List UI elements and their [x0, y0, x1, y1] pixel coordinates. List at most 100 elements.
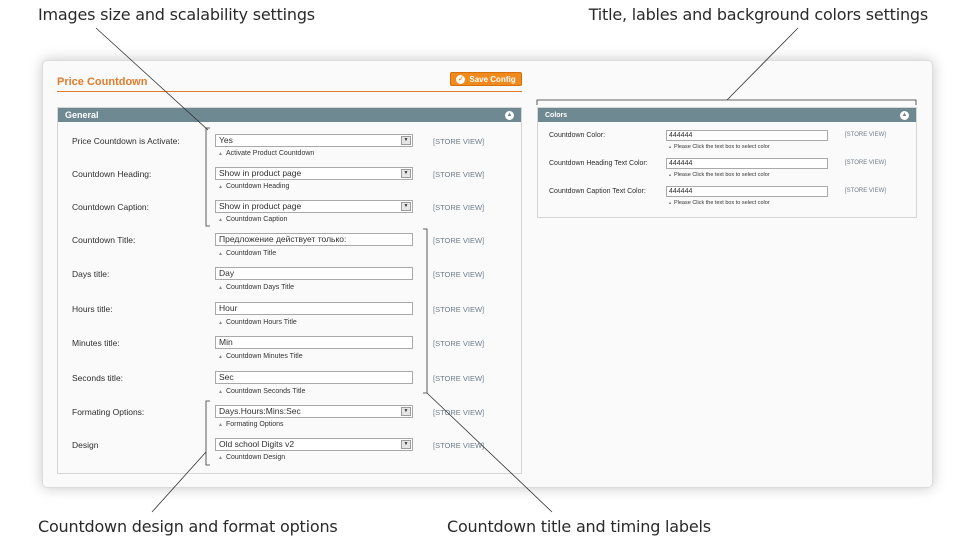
- triangle-icon: ▲: [218, 251, 223, 257]
- chevron-down-icon: ▼: [401, 440, 411, 449]
- countdown-color-scope: [STORE VIEW]: [845, 132, 886, 138]
- seconds-hint-text: Countdown Seconds Title: [225, 388, 306, 395]
- heading-select-value: Show in product page: [219, 168, 302, 178]
- hours-hint-text: Countdown Hours Title: [225, 319, 297, 326]
- minutes-hint: ▲ Countdown Minutes Title: [218, 353, 303, 360]
- title-divider: [57, 91, 522, 92]
- activate-hint: ▲ Activate Product Countdown: [218, 150, 314, 157]
- minutes-scope: [STORE VIEW]: [433, 339, 485, 348]
- countdown-color-hint: ▲ Please Click the text box to select col…: [668, 144, 770, 150]
- days-label: Days title:: [72, 269, 110, 279]
- triangle-icon: ▲: [218, 354, 223, 360]
- minutes-input[interactable]: Min: [215, 336, 413, 349]
- hours-scope: [STORE VIEW]: [433, 305, 485, 314]
- design-label: Design: [72, 440, 99, 450]
- triangle-icon: ▲: [668, 200, 672, 205]
- general-section-header[interactable]: General ▲: [58, 108, 521, 122]
- caption-hint: ▲ Countdown Caption: [218, 216, 287, 223]
- minutes-hint-text: Countdown Minutes Title: [225, 353, 303, 360]
- hours-label: Hours title:: [72, 304, 113, 314]
- callout-title-timing: Countdown title and timing labels: [447, 517, 711, 536]
- title-hint: ▲ Countdown Title: [218, 250, 276, 257]
- colors-section-header[interactable]: Colors ▲: [538, 108, 916, 122]
- chevron-down-icon: ▼: [401, 169, 411, 178]
- seconds-label: Seconds title:: [72, 373, 124, 383]
- general-section-title: General: [65, 110, 99, 120]
- heading-color-hint: ▲ Please Click the text box to select col…: [668, 172, 770, 178]
- design-scope: [STORE VIEW]: [433, 441, 485, 450]
- caption-select[interactable]: Show in product page ▼: [215, 200, 413, 213]
- seconds-scope: [STORE VIEW]: [433, 374, 485, 383]
- heading-scope: [STORE VIEW]: [433, 170, 485, 179]
- triangle-icon: ▲: [668, 144, 672, 149]
- heading-hint-text: Countdown Heading: [225, 183, 290, 190]
- triangle-icon: ▲: [668, 172, 672, 177]
- triangle-icon: ▲: [218, 184, 223, 190]
- triangle-icon: ▲: [218, 320, 223, 326]
- caption-hint-text: Countdown Caption: [225, 216, 288, 223]
- seconds-input[interactable]: Sec: [215, 371, 413, 384]
- activate-select[interactable]: Yes ▼: [215, 134, 413, 147]
- minutes-label: Minutes title:: [72, 338, 120, 348]
- days-scope: [STORE VIEW]: [433, 270, 485, 279]
- days-input[interactable]: Day: [215, 267, 413, 280]
- caption-color-hint: ▲ Please Click the text box to select col…: [668, 200, 770, 206]
- title-label: Countdown Title:: [72, 235, 136, 245]
- save-config-label: Save Config: [469, 74, 516, 84]
- triangle-icon: ▲: [218, 389, 223, 395]
- hours-input[interactable]: Hour: [215, 302, 413, 315]
- countdown-color-input[interactable]: 444444: [666, 130, 828, 141]
- caption-label: Countdown Caption:: [72, 202, 150, 212]
- formating-hint-text: Formating Options: [225, 421, 284, 428]
- heading-color-input[interactable]: 444444: [666, 158, 828, 169]
- formating-select[interactable]: Days.Hours:Mins:Sec ▼: [215, 405, 413, 418]
- formating-hint: ▲ Formating Options: [218, 421, 284, 428]
- triangle-icon: ▲: [218, 422, 223, 428]
- callout-images-size: Images size and scalability settings: [38, 5, 315, 24]
- heading-color-hint-text: Please Click the text box to select colo…: [673, 172, 770, 178]
- caption-select-value: Show in product page: [219, 201, 302, 211]
- heading-label: Countdown Heading:: [72, 169, 152, 179]
- triangle-icon: ▲: [218, 217, 223, 223]
- collapse-icon[interactable]: ▲: [505, 110, 514, 120]
- collapse-icon[interactable]: ▲: [900, 110, 909, 120]
- heading-select[interactable]: Show in product page ▼: [215, 167, 413, 180]
- design-hint: ▲ Countdown Design: [218, 454, 285, 461]
- formating-scope: [STORE VIEW]: [433, 408, 485, 417]
- callout-colors-settings: Title, lables and background colors sett…: [588, 5, 929, 24]
- page-title: Price Countdown: [57, 76, 148, 88]
- seconds-hint: ▲ Countdown Seconds Title: [218, 388, 305, 395]
- caption-color-scope: [STORE VIEW]: [845, 188, 886, 194]
- chevron-down-icon: ▼: [401, 202, 411, 211]
- activate-scope: [STORE VIEW]: [433, 137, 485, 146]
- heading-color-scope: [STORE VIEW]: [845, 160, 886, 166]
- countdown-color-hint-text: Please Click the text box to select colo…: [673, 144, 770, 150]
- activate-hint-text: Activate Product Countdown: [225, 150, 315, 157]
- days-hint: ▲ Countdown Days Title: [218, 284, 294, 291]
- triangle-icon: ▲: [218, 285, 223, 291]
- caption-scope: [STORE VIEW]: [433, 203, 485, 212]
- caption-color-input[interactable]: 444444: [666, 186, 828, 197]
- checkmark-icon: ✓: [456, 74, 466, 84]
- title-input[interactable]: Предложение действует только:: [215, 233, 413, 246]
- heading-hint: ▲ Countdown Heading: [218, 183, 289, 190]
- title-scope: [STORE VIEW]: [433, 236, 485, 245]
- design-select[interactable]: Old school Digits v2 ▼: [215, 438, 413, 451]
- triangle-icon: ▲: [218, 151, 223, 157]
- triangle-icon: ▲: [218, 455, 223, 461]
- activate-label: Price Countdown is Activate:: [72, 136, 180, 146]
- title-hint-text: Countdown Title: [225, 250, 277, 257]
- colors-section-title: Colors: [545, 111, 568, 119]
- heading-color-label: Countdown Heading Text Color:: [549, 160, 648, 167]
- countdown-color-label: Countdown Color:: [549, 132, 606, 139]
- caption-color-label: Countdown Caption Text Color:: [549, 188, 646, 195]
- formating-label: Formating Options:: [72, 407, 145, 417]
- formating-select-value: Days.Hours:Mins:Sec: [219, 406, 301, 416]
- design-hint-text: Countdown Design: [225, 454, 286, 461]
- callout-design-format: Countdown design and format options: [38, 517, 338, 536]
- design-select-value: Old school Digits v2: [219, 439, 295, 449]
- caption-color-hint-text: Please Click the text box to select colo…: [673, 200, 770, 206]
- days-hint-text: Countdown Days Title: [225, 284, 295, 291]
- save-config-button[interactable]: ✓ Save Config: [450, 72, 522, 86]
- hours-hint: ▲ Countdown Hours Title: [218, 319, 297, 326]
